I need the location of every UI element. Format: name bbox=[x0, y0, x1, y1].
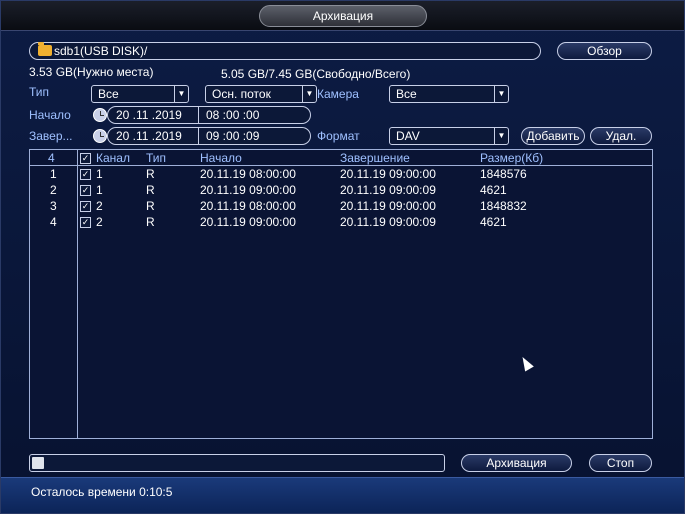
row-channel[interactable]: 1 bbox=[96, 167, 103, 181]
row-type[interactable]: R bbox=[146, 199, 155, 213]
row-size[interactable]: 1848832 bbox=[480, 199, 527, 213]
header-end[interactable]: Завершение bbox=[340, 151, 410, 165]
camera-label: Камера bbox=[317, 87, 359, 101]
end-label: Завер... bbox=[29, 129, 73, 143]
free-total-space: 5.05 GB/7.45 GB(Свободно/Всего) bbox=[221, 67, 411, 81]
row-end[interactable]: 20.11.19 09:00:09 bbox=[340, 215, 436, 229]
stop-button[interactable]: Стоп bbox=[589, 454, 652, 472]
browse-button[interactable]: Обзор bbox=[557, 42, 652, 60]
row-size[interactable]: 4621 bbox=[480, 215, 507, 229]
folder-icon bbox=[38, 42, 52, 56]
progress-fill bbox=[32, 457, 45, 469]
chevron-down-icon: ▼ bbox=[494, 128, 508, 144]
row-number: 3 bbox=[50, 199, 57, 213]
time-remaining: Осталось времени 0:10:5 bbox=[31, 485, 173, 499]
format-select[interactable]: DAV ▼ bbox=[389, 127, 509, 145]
row-checkbox[interactable]: ✓ bbox=[80, 169, 91, 180]
row-end[interactable]: 20.11.19 09:00:00 bbox=[340, 167, 436, 181]
path-field[interactable]: sdb1(USB DISK)/ bbox=[29, 42, 541, 60]
chevron-down-icon: ▼ bbox=[494, 86, 508, 102]
row-type[interactable]: R bbox=[146, 215, 155, 229]
row-checkbox[interactable]: ✓ bbox=[80, 217, 91, 228]
delete-button[interactable]: Удал. bbox=[590, 127, 652, 145]
header-size[interactable]: Размер(Кб) bbox=[480, 151, 543, 165]
row-start[interactable]: 20.11.19 08:00:00 bbox=[200, 167, 296, 181]
row-start[interactable]: 20.11.19 09:00:00 bbox=[200, 215, 296, 229]
camera-value: Все bbox=[396, 87, 417, 101]
archive-button[interactable]: Архивация bbox=[461, 454, 572, 472]
row-start[interactable]: 20.11.19 09:00:00 bbox=[200, 183, 296, 197]
window-title: Архивация bbox=[259, 5, 427, 27]
start-time[interactable]: 08 :00 :00 bbox=[206, 107, 259, 123]
file-table: 4 ✓ Канал Тип Начало Завершение Размер(К… bbox=[29, 149, 653, 439]
header-channel[interactable]: Канал bbox=[96, 151, 130, 165]
clock-icon bbox=[93, 108, 107, 122]
camera-select[interactable]: Все ▼ bbox=[389, 85, 509, 103]
header-start[interactable]: Начало bbox=[200, 151, 242, 165]
row-number: 2 bbox=[50, 183, 57, 197]
select-all-checkbox[interactable]: ✓ bbox=[80, 153, 91, 164]
format-value: DAV bbox=[396, 129, 420, 143]
format-label: Формат bbox=[317, 129, 360, 143]
end-date[interactable]: 20 .11 .2019 bbox=[116, 128, 182, 144]
row-channel[interactable]: 2 bbox=[96, 215, 103, 229]
path-value: sdb1(USB DISK)/ bbox=[54, 44, 148, 58]
title-bar: Архивация bbox=[1, 1, 684, 31]
type-label: Тип bbox=[29, 85, 50, 99]
row-channel[interactable]: 2 bbox=[96, 199, 103, 213]
row-checkbox[interactable]: ✓ bbox=[80, 201, 91, 212]
chevron-down-icon: ▼ bbox=[302, 86, 316, 102]
start-datetime-field[interactable]: 20 .11 .2019 08 :00 :00 bbox=[107, 106, 311, 124]
start-date[interactable]: 20 .11 .2019 bbox=[116, 107, 182, 123]
clock-icon bbox=[93, 129, 107, 143]
end-datetime-field[interactable]: 20 .11 .2019 09 :00 :09 bbox=[107, 127, 311, 145]
type-value: Все bbox=[98, 87, 119, 101]
add-button[interactable]: Добавить bbox=[521, 127, 585, 145]
archive-window: Архивация sdb1(USB DISK)/ Обзор 3.53 GB(… bbox=[0, 0, 685, 514]
chevron-down-icon: ▼ bbox=[174, 86, 188, 102]
stream-select[interactable]: Осн. поток ▼ bbox=[205, 85, 317, 103]
start-label: Начало bbox=[29, 108, 71, 122]
row-end[interactable]: 20.11.19 09:00:00 bbox=[340, 199, 436, 213]
row-size[interactable]: 1848576 bbox=[480, 167, 527, 181]
end-time[interactable]: 09 :00 :09 bbox=[206, 128, 259, 144]
archive-progress-bar bbox=[29, 454, 445, 472]
row-channel[interactable]: 1 bbox=[96, 183, 103, 197]
type-select[interactable]: Все ▼ bbox=[91, 85, 189, 103]
row-checkbox[interactable]: ✓ bbox=[80, 185, 91, 196]
status-bar: Осталось времени 0:10:5 bbox=[1, 477, 684, 513]
row-end[interactable]: 20.11.19 09:00:09 bbox=[340, 183, 436, 197]
row-size[interactable]: 4621 bbox=[480, 183, 507, 197]
row-type[interactable]: R bbox=[146, 167, 155, 181]
row-number: 4 bbox=[50, 215, 57, 229]
header-type[interactable]: Тип bbox=[146, 151, 166, 165]
required-space: 3.53 GB(Нужно места) bbox=[29, 65, 154, 79]
row-number: 1 bbox=[50, 167, 57, 181]
stream-value: Осн. поток bbox=[212, 87, 271, 101]
row-count: 4 bbox=[48, 151, 55, 165]
row-type[interactable]: R bbox=[146, 183, 155, 197]
row-start[interactable]: 20.11.19 08:00:00 bbox=[200, 199, 296, 213]
